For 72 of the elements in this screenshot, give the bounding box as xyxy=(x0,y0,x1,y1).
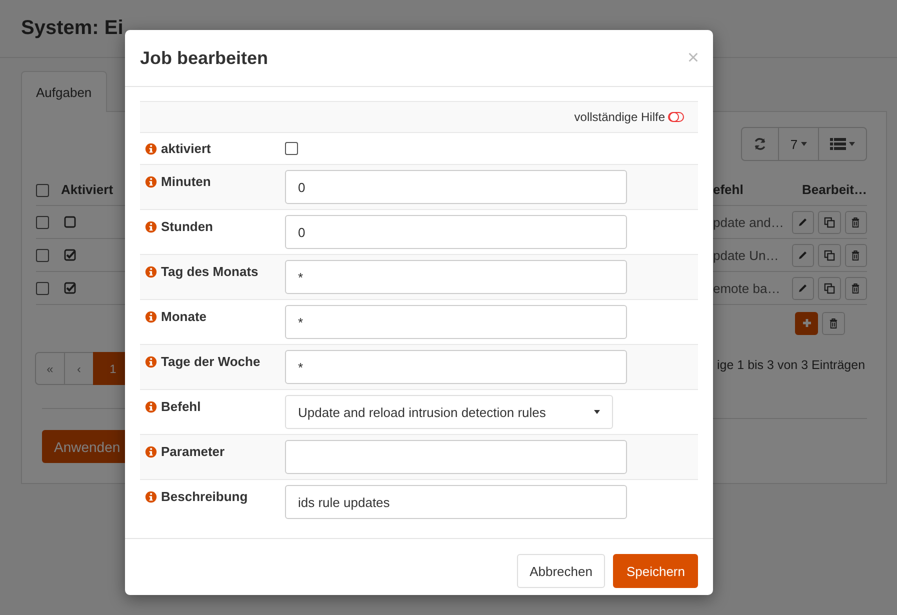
input-field[interactable]: ids rule updates xyxy=(285,485,627,519)
table-cell-text: pdate and… xyxy=(713,214,785,230)
input-field[interactable]: * xyxy=(285,305,627,339)
input-field[interactable] xyxy=(285,440,627,474)
command-select[interactable]: Update and reload intrusion detection rules xyxy=(285,395,613,429)
refresh-button[interactable] xyxy=(741,127,779,161)
field-label: Parameter xyxy=(161,444,225,459)
pencil-icon xyxy=(798,283,808,293)
enabled-checkbox[interactable] xyxy=(285,142,298,155)
copy-button[interactable] xyxy=(818,244,841,266)
delete-button[interactable] xyxy=(822,312,845,334)
info-icon[interactable] xyxy=(145,220,157,232)
input-field[interactable]: * xyxy=(285,350,627,384)
add-button[interactable] xyxy=(795,312,818,334)
list-icon xyxy=(830,137,846,151)
field-label: Stunden xyxy=(161,219,213,234)
tab[interactable]: Aufgaben xyxy=(21,71,107,112)
dialog-button[interactable]: Speichern xyxy=(613,554,698,588)
table-cell-text: emote ba… xyxy=(713,280,782,296)
columns-dropdown[interactable] xyxy=(818,127,867,161)
copy-button[interactable] xyxy=(818,210,841,234)
info-icon[interactable] xyxy=(145,490,157,502)
field-label: Tage der Woche xyxy=(161,354,260,369)
input-field[interactable]: 0 xyxy=(285,170,627,204)
field-label: Minuten xyxy=(161,174,211,189)
info-icon[interactable] xyxy=(145,446,157,458)
row-checkbox[interactable] xyxy=(36,248,49,262)
info-icon[interactable] xyxy=(145,310,157,322)
field-label: aktiviert xyxy=(161,141,211,156)
row-checkbox[interactable] xyxy=(36,282,49,294)
field-label: Beschreibung xyxy=(161,489,248,504)
row-checkbox[interactable] xyxy=(36,216,49,228)
trash-icon xyxy=(851,250,860,260)
page-size-dropdown[interactable]: 7 xyxy=(778,127,819,161)
edit-button[interactable] xyxy=(792,244,814,266)
trash-icon xyxy=(851,216,860,228)
pencil-icon xyxy=(798,217,808,227)
table-cell-text: pdate Un… xyxy=(713,248,780,262)
column-header: Aktiviert xyxy=(61,182,114,197)
info-icon[interactable] xyxy=(145,176,157,188)
input-field[interactable]: 0 xyxy=(285,215,627,249)
pencil-icon xyxy=(798,250,808,260)
refresh-icon xyxy=(753,137,767,151)
field-label: Monate xyxy=(161,309,206,324)
help-toggle[interactable] xyxy=(668,112,684,122)
delete-button[interactable] xyxy=(844,276,867,300)
copy-button[interactable] xyxy=(818,276,841,300)
select-all-checkbox[interactable] xyxy=(36,184,49,197)
info-icon[interactable] xyxy=(145,266,157,278)
dialog-title: Job bearbeiten xyxy=(140,48,268,68)
copy-icon xyxy=(824,282,836,294)
plus-icon xyxy=(802,318,812,328)
entries-info: ige 1 bis 3 von 3 Einträgen xyxy=(717,358,866,372)
field-label: Tag des Monats xyxy=(161,264,258,279)
trash-icon xyxy=(851,282,860,294)
copy-icon xyxy=(824,250,836,260)
column-header: efehl xyxy=(713,182,744,197)
dialog-button[interactable]: Abbrechen xyxy=(516,554,606,588)
edit-button[interactable] xyxy=(792,210,814,234)
input-field[interactable]: * xyxy=(285,260,627,294)
field-label: Befehl xyxy=(161,399,201,414)
page-title: System: Ei xyxy=(21,17,124,40)
info-icon[interactable] xyxy=(145,356,157,368)
edit-button[interactable] xyxy=(792,276,814,300)
info-icon[interactable] xyxy=(145,142,157,154)
help-label: vollständige Hilfe xyxy=(574,110,665,124)
column-header: Bearbeit… xyxy=(802,182,867,197)
delete-button[interactable] xyxy=(844,244,867,266)
delete-button[interactable] xyxy=(844,210,867,234)
copy-icon xyxy=(824,216,836,228)
info-icon[interactable] xyxy=(145,400,157,412)
trash-icon xyxy=(829,318,838,328)
